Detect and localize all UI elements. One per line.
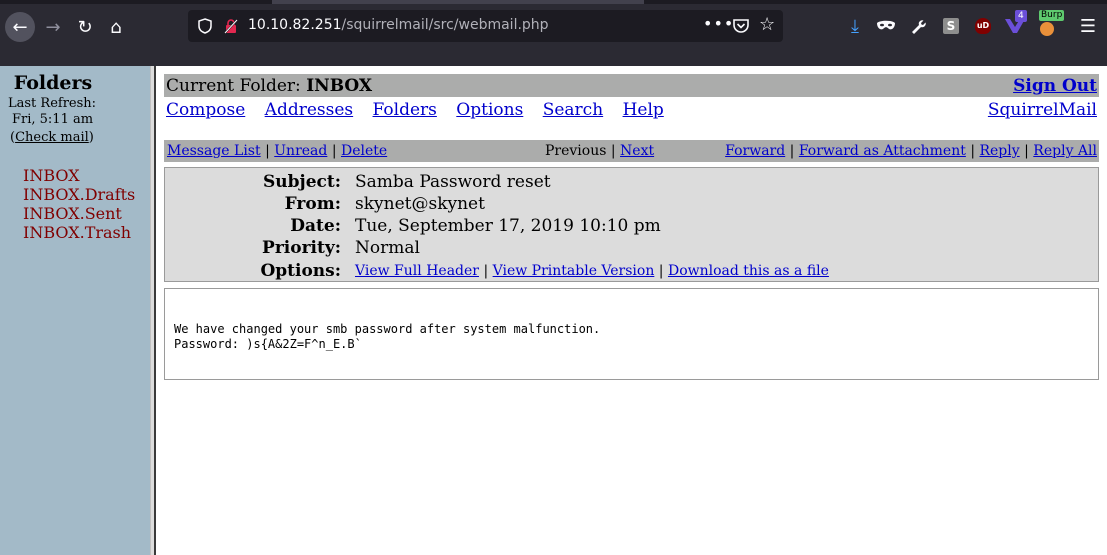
last-refresh-label: Last Refresh: (8, 96, 97, 111)
subject-row: Subject: Samba Password reset (165, 172, 1098, 194)
extension-s-icon[interactable]: S (941, 16, 961, 36)
check-mail-link[interactable]: Check mail (15, 130, 89, 145)
frame-divider[interactable] (150, 66, 156, 555)
url-text[interactable]: 10.10.82.251/squirrelmail/src/webmail.ph… (248, 17, 549, 33)
search-link[interactable]: Search (543, 100, 603, 120)
options-label: Options: (260, 261, 341, 281)
menu-icon[interactable]: ☰ (1078, 16, 1098, 37)
folders-link[interactable]: Folders (373, 100, 437, 120)
message-headers: Subject: Samba Password reset From: skyn… (164, 167, 1099, 282)
date-row: Date: Tue, September 17, 2019 10:10 pm (165, 216, 1098, 238)
more-dots-icon[interactable]: ••• (703, 14, 734, 33)
view-full-header-link[interactable]: View Full Header (355, 263, 479, 279)
folders-title: Folders (13, 72, 93, 94)
browser-toolbar: ← → ↻ ⌂ 10.10.82.251/squirrelmail/src/we… (0, 4, 1107, 66)
help-link[interactable]: Help (623, 100, 664, 120)
shield-icon[interactable] (196, 17, 214, 35)
burp-badge: Burp (1039, 10, 1065, 21)
url-host: 10.10.82.251 (248, 17, 342, 33)
current-folder-name: INBOX (306, 76, 373, 96)
compose-link[interactable]: Compose (166, 100, 245, 120)
folder-pane: Folders Last Refresh: Fri, 5:11 am (Chec… (0, 66, 150, 555)
options-links: View Full Header | View Printable Versio… (355, 263, 829, 279)
folder-drafts[interactable]: INBOX.Drafts (23, 185, 135, 204)
subject-value: Samba Password reset (355, 172, 551, 192)
current-folder-bar: Current Folder: INBOX Sign Out (164, 74, 1099, 97)
back-icon[interactable]: ← (5, 12, 35, 42)
check-mail-wrapper: (Check mail) (10, 130, 94, 145)
subject-label: Subject: (263, 172, 341, 192)
folder-inbox[interactable]: INBOX (23, 166, 135, 185)
ublock-icon[interactable]: uD (973, 16, 993, 36)
message-body-text: We have changed your smb password after … (174, 322, 600, 352)
priority-row: Priority: Normal (165, 238, 1098, 260)
home-icon[interactable]: ⌂ (101, 12, 131, 42)
burp-icon[interactable]: Burp (1037, 10, 1065, 36)
reload-icon[interactable]: ↻ (70, 12, 100, 42)
next-link[interactable]: Next (620, 143, 654, 159)
forward-link[interactable]: Forward (725, 143, 785, 159)
wappalyzer-badge: 4 (1015, 10, 1027, 22)
download-file-link[interactable]: Download this as a file (668, 263, 829, 279)
previous-text: Previous (545, 143, 607, 159)
priority-label: Priority: (262, 238, 341, 258)
insecure-lock-icon[interactable] (222, 17, 240, 35)
pocket-icon[interactable] (732, 17, 750, 35)
message-nav-left: Message List | Unread | Delete (167, 143, 388, 159)
forward-icon[interactable]: → (38, 12, 68, 42)
reply-link[interactable]: Reply (979, 143, 1019, 159)
last-refresh-time: Fri, 5:11 am (12, 112, 94, 127)
from-value: skynet@skynet (355, 194, 485, 214)
options-link[interactable]: Options (456, 100, 523, 120)
unread-link[interactable]: Unread (274, 143, 327, 159)
from-row: From: skynet@skynet (165, 194, 1098, 216)
options-row: Options: View Full Header | View Printab… (165, 261, 1098, 283)
body-line-1: We have changed your smb password after … (174, 322, 601, 336)
message-list-link[interactable]: Message List (167, 143, 261, 159)
wrench-icon[interactable] (908, 16, 928, 36)
url-path: /squirrelmail/src/webmail.php (341, 17, 549, 33)
private-mask-icon[interactable] (876, 16, 896, 36)
message-nav-right: Forward | Forward as Attachment | Reply … (725, 143, 1097, 159)
delete-link[interactable]: Delete (341, 143, 387, 159)
wappalyzer-icon[interactable]: 4 (1005, 10, 1027, 36)
folder-list: INBOX INBOX.Drafts INBOX.Sent INBOX.Tras… (23, 166, 135, 242)
priority-value: Normal (355, 238, 420, 258)
body-line-2: Password: )s{A&2Z=F^n_E.B` (174, 337, 362, 351)
sign-out-link[interactable]: Sign Out (1013, 76, 1097, 96)
bookmark-star-icon[interactable]: ☆ (759, 14, 775, 35)
from-label: From: (284, 194, 341, 214)
view-printable-link[interactable]: View Printable Version (493, 263, 655, 279)
folder-trash[interactable]: INBOX.Trash (23, 223, 135, 242)
addresses-link[interactable]: Addresses (265, 100, 353, 120)
message-nav-bar: Message List | Unread | Delete Previous … (164, 140, 1099, 162)
squirrelmail-link[interactable]: SquirrelMail (988, 100, 1097, 120)
reply-all-link[interactable]: Reply All (1033, 143, 1097, 159)
main-menu: Compose Addresses Folders Options Search… (166, 100, 678, 120)
burp-face-icon (1040, 22, 1054, 36)
address-bar[interactable]: 10.10.82.251/squirrelmail/src/webmail.ph… (188, 10, 783, 42)
current-folder: Current Folder: INBOX (166, 76, 373, 96)
download-icon[interactable]: ⤓ (845, 16, 865, 37)
message-body: We have changed your smb password after … (164, 288, 1099, 380)
folder-sent[interactable]: INBOX.Sent (23, 204, 135, 223)
date-value: Tue, September 17, 2019 10:10 pm (355, 216, 661, 236)
message-nav-mid: Previous | Next (545, 143, 655, 159)
date-label: Date: (290, 216, 341, 236)
forward-attachment-link[interactable]: Forward as Attachment (799, 143, 966, 159)
